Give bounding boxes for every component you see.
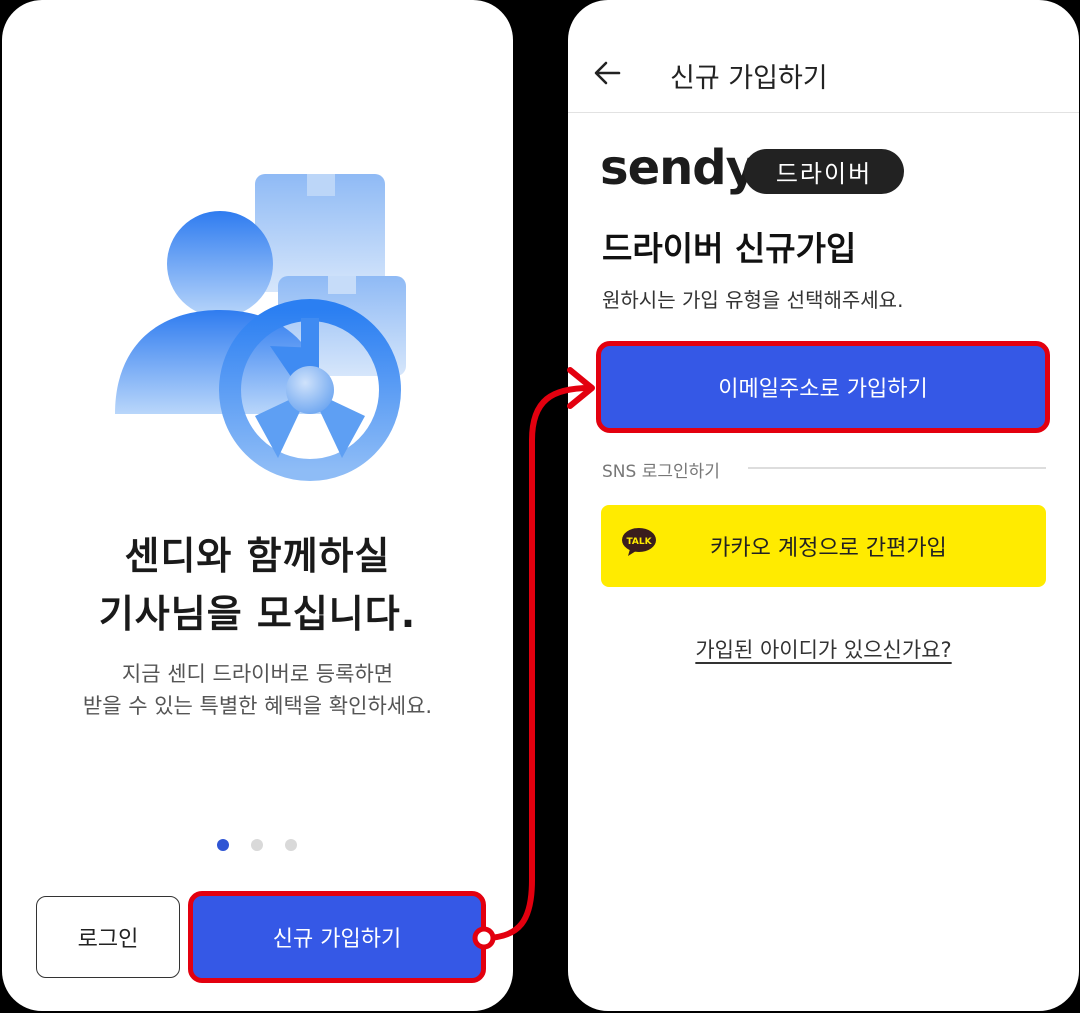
page-description: 원하시는 가입 유형을 선택해주세요. xyxy=(602,288,904,312)
subtext-line-2: 받을 수 있는 특별한 혜택을 확인하세요. xyxy=(82,694,433,718)
driver-badge: 드라이버 xyxy=(744,149,904,194)
pagination-dot[interactable] xyxy=(251,839,263,851)
signup-screen: 신규 가입하기 sendy. 드라이버 드라이버 신규가입 원하시는 가입 유형… xyxy=(568,0,1079,1011)
screen-title: 신규 가입하기 xyxy=(670,63,828,94)
driver-illustration xyxy=(115,174,406,481)
pagination-dot[interactable] xyxy=(285,839,297,851)
subtext-line-1: 지금 센디 드라이버로 등록하면 xyxy=(121,662,394,686)
existing-account-link[interactable]: 가입된 아이디가 있으신가요? xyxy=(568,634,1079,664)
logo-text: sendy xyxy=(600,140,753,196)
kakao-button-label: 카카오 계정으로 간편가입 xyxy=(710,536,947,561)
email-signup-button[interactable]: 이메일주소로 가입하기 xyxy=(596,341,1050,433)
signup-button[interactable]: 신규 가입하기 xyxy=(188,891,486,983)
top-bar: 신규 가입하기 xyxy=(568,0,1079,113)
divider xyxy=(748,467,1046,469)
page-heading: 드라이버 신규가입 xyxy=(602,229,857,268)
onboarding-screen: 센디와 함께하실 기사님을 모십니다. 지금 센디 드라이버로 등록하면 받을 … xyxy=(2,0,513,1011)
pagination-dots xyxy=(217,839,297,851)
kakao-signup-button[interactable]: TALK 카카오 계정으로 간편가입 xyxy=(601,505,1046,587)
back-arrow-icon[interactable] xyxy=(592,58,622,88)
pagination-dot-active[interactable] xyxy=(217,839,229,851)
headline-line-2: 기사님을 모십니다. xyxy=(98,592,417,636)
login-button[interactable]: 로그인 xyxy=(36,896,180,978)
sns-login-label: SNS 로그인하기 xyxy=(602,462,720,482)
headline-line-1: 센디와 함께하실 xyxy=(124,534,391,578)
